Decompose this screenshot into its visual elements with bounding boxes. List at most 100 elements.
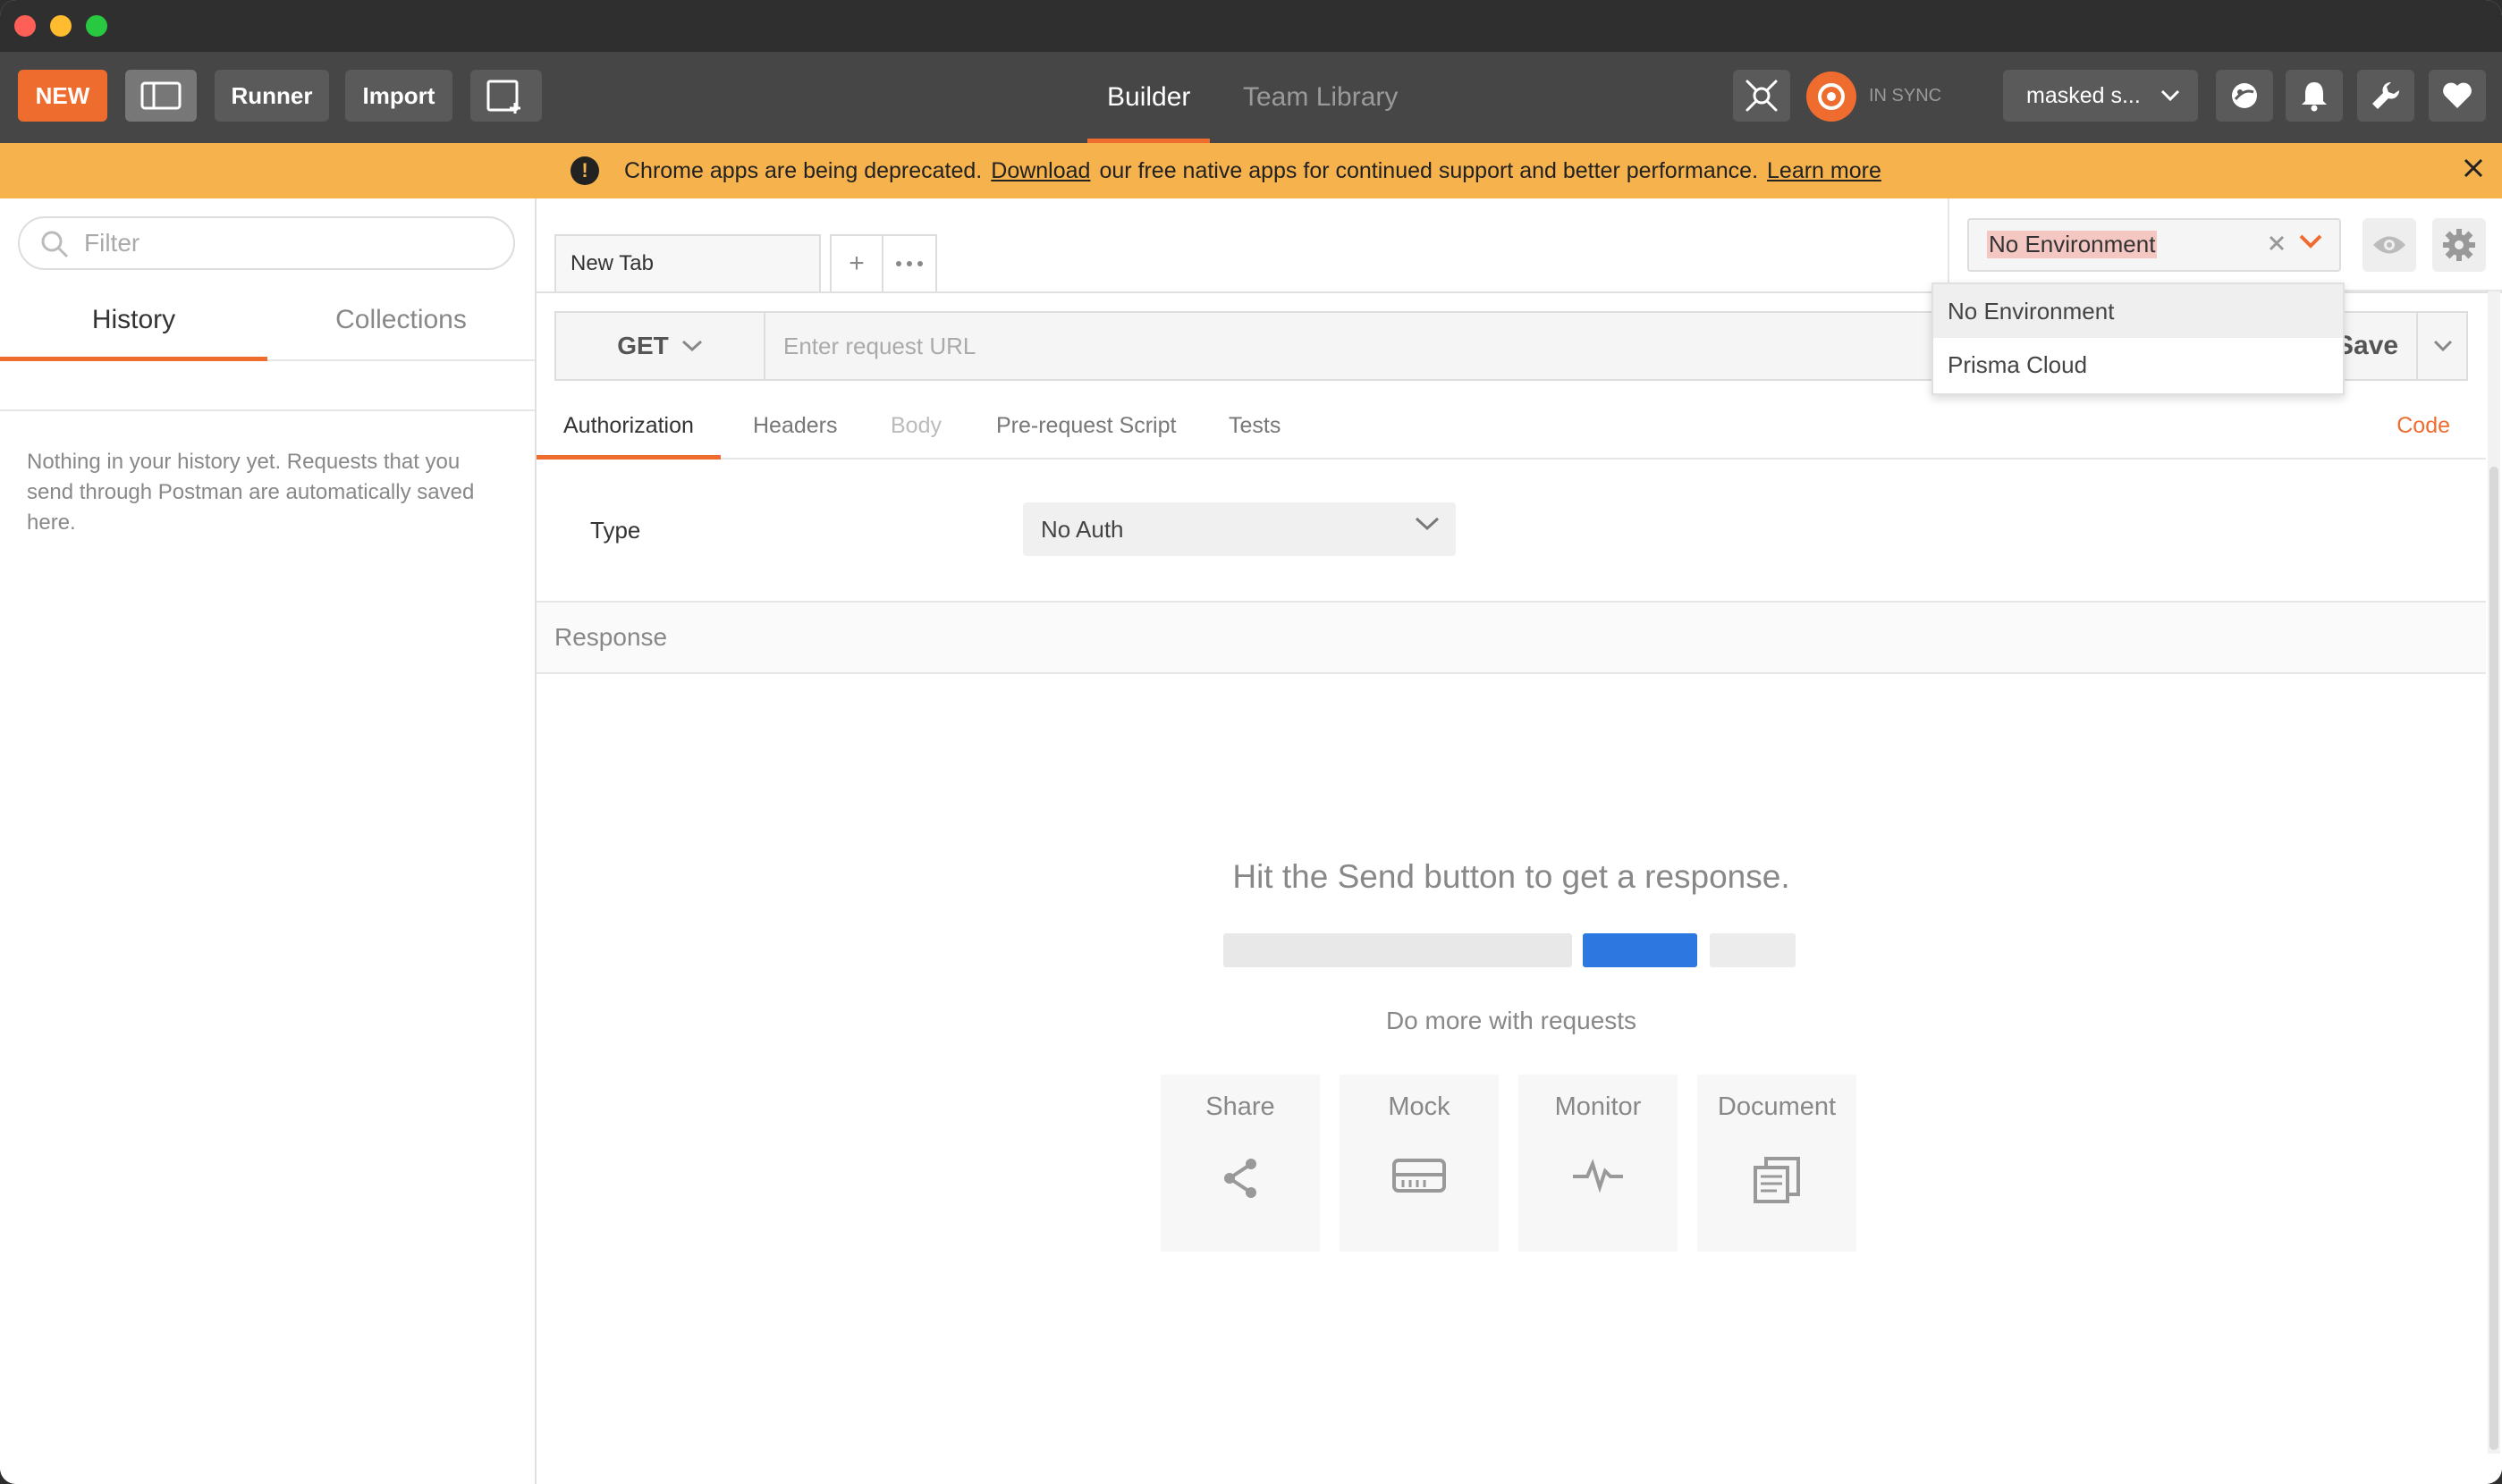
chevron-down-icon (1415, 517, 1440, 531)
environment-quick-look-button[interactable] (2363, 218, 2416, 272)
app-header: NEW Runner Import Builder Team Library I… (0, 52, 2502, 143)
illustration-send-button (1583, 933, 1697, 967)
document-icon (1754, 1157, 1800, 1203)
auth-type-select[interactable]: No Auth (1023, 502, 1456, 556)
tab-pre-request-script[interactable]: Pre-request Script (996, 393, 1176, 458)
settings-button[interactable] (2357, 70, 2414, 122)
user-label: masked s... (2026, 82, 2141, 108)
monitor-icon (1573, 1159, 1623, 1193)
sidebar-tabs: History Collections (0, 281, 535, 361)
tab-collections[interactable]: Collections (267, 281, 535, 359)
mock-icon (1392, 1159, 1446, 1193)
illustration-save-button (1710, 933, 1796, 967)
sidebar: Filter History Collections Nothing in yo… (0, 198, 537, 1484)
response-hint: Hit the Send button to get a response. (1232, 858, 1790, 895)
environment-dropdown: No Environment Prisma Cloud (1931, 282, 2345, 395)
chevron-down-icon (2160, 89, 2180, 102)
wrench-icon (2372, 81, 2400, 109)
postman-window: NEW Runner Import Builder Team Library I… (0, 0, 2502, 1484)
interceptor-button[interactable] (1733, 70, 1790, 122)
notifications-button[interactable] (2286, 70, 2343, 122)
code-link[interactable]: Code (2396, 413, 2450, 439)
request-tab[interactable]: New Tab (554, 234, 821, 291)
gear-icon (2443, 229, 2475, 261)
new-button[interactable]: NEW (18, 70, 107, 122)
monitor-card-label: Monitor (1554, 1092, 1642, 1121)
satellite-icon (2232, 83, 2257, 108)
url-input[interactable]: Enter request URL (765, 313, 976, 379)
banner-text-before: Chrome apps are being deprecated. (624, 157, 983, 183)
close-icon (2464, 158, 2483, 178)
deprecation-banner: ! Chrome apps are being deprecated. Down… (0, 143, 2502, 198)
monitor-card[interactable]: Monitor (1518, 1075, 1678, 1252)
share-icon (1224, 1159, 1256, 1198)
close-window-button[interactable] (14, 15, 36, 37)
share-card[interactable]: Share (1161, 1075, 1320, 1252)
import-button[interactable]: Import (345, 70, 452, 122)
sync-icon (1818, 83, 1845, 110)
environment-select[interactable]: No Environment (1967, 218, 2341, 272)
heart-button[interactable] (2429, 70, 2486, 122)
sync-status-text: IN SYNC (1869, 86, 1942, 105)
new-window-icon (486, 80, 520, 114)
document-card[interactable]: Document (1697, 1075, 1856, 1252)
heart-icon (2443, 82, 2472, 108)
method-label: GET (617, 332, 669, 359)
more-icon (896, 261, 923, 266)
new-window-button[interactable] (470, 70, 542, 122)
environment-option-prisma-cloud[interactable]: Prisma Cloud (1933, 338, 2343, 392)
new-tab-button[interactable]: + (830, 234, 883, 291)
tab-headers[interactable]: Headers (753, 393, 838, 458)
save-options-button[interactable] (2416, 313, 2468, 379)
tab-options-button[interactable] (883, 234, 937, 291)
sync-status-button[interactable] (1806, 72, 1856, 122)
runner-button[interactable]: Runner (215, 70, 329, 122)
minimize-window-button[interactable] (50, 15, 72, 37)
warning-icon: ! (571, 156, 599, 185)
clear-environment-button[interactable] (2268, 229, 2286, 259)
mock-card-label: Mock (1388, 1092, 1450, 1121)
request-subtabs: Authorization Headers Body Pre-request S… (537, 393, 2486, 460)
sidebar-toggle-icon (140, 81, 182, 110)
bell-icon (2302, 82, 2327, 112)
sidebar-divider (0, 409, 535, 411)
environment-selected: No Environment (1987, 231, 2158, 258)
search-icon (41, 231, 69, 258)
banner-message: ! Chrome apps are being deprecated. Down… (571, 143, 1881, 198)
method-select[interactable]: GET (556, 313, 765, 379)
environment-option-none[interactable]: No Environment (1933, 284, 2343, 338)
save-button[interactable]: Save (2336, 313, 2413, 379)
chevron-down-icon (2433, 340, 2453, 352)
learn-more-link[interactable]: Learn more (1767, 158, 1881, 184)
banner-text-after: our free native apps for continued suppo… (1099, 157, 1759, 183)
document-card-label: Document (1717, 1092, 1837, 1121)
tab-tests[interactable]: Tests (1229, 393, 1281, 458)
download-link[interactable]: Download (991, 158, 1090, 184)
toggle-sidebar-button[interactable] (125, 70, 197, 122)
tab-builder[interactable]: Builder (1086, 52, 1211, 143)
user-dropdown[interactable]: masked s... (2003, 70, 2198, 122)
illustration-url-bar (1223, 933, 1572, 967)
manage-environments-button[interactable] (2432, 218, 2486, 272)
history-empty-message: Nothing in your history yet. Requests th… (27, 450, 475, 535)
chevron-down-icon (681, 340, 702, 352)
maximize-window-button[interactable] (86, 15, 107, 37)
share-card-label: Share (1205, 1092, 1275, 1121)
close-banner-button[interactable] (2463, 156, 2484, 186)
filter-input[interactable]: Filter (18, 216, 515, 270)
tab-team-library[interactable]: Team Library (1243, 52, 1398, 143)
main-scroll-thumb[interactable] (2489, 467, 2498, 1450)
interceptor-icon (1745, 80, 1778, 112)
chevron-down-icon (2299, 234, 2322, 249)
auth-type-value: No Auth (1041, 515, 1124, 543)
plus-icon: + (849, 249, 865, 278)
auth-type-label: Type (590, 517, 641, 544)
satellite-button[interactable] (2216, 70, 2273, 122)
tab-history[interactable]: History (0, 281, 267, 361)
tab-authorization[interactable]: Authorization (537, 393, 721, 460)
mock-card[interactable]: Mock (1340, 1075, 1499, 1252)
tab-body[interactable]: Body (891, 393, 942, 458)
filter-placeholder: Filter (84, 229, 140, 257)
close-icon (2269, 235, 2285, 251)
eye-icon (2373, 236, 2405, 254)
